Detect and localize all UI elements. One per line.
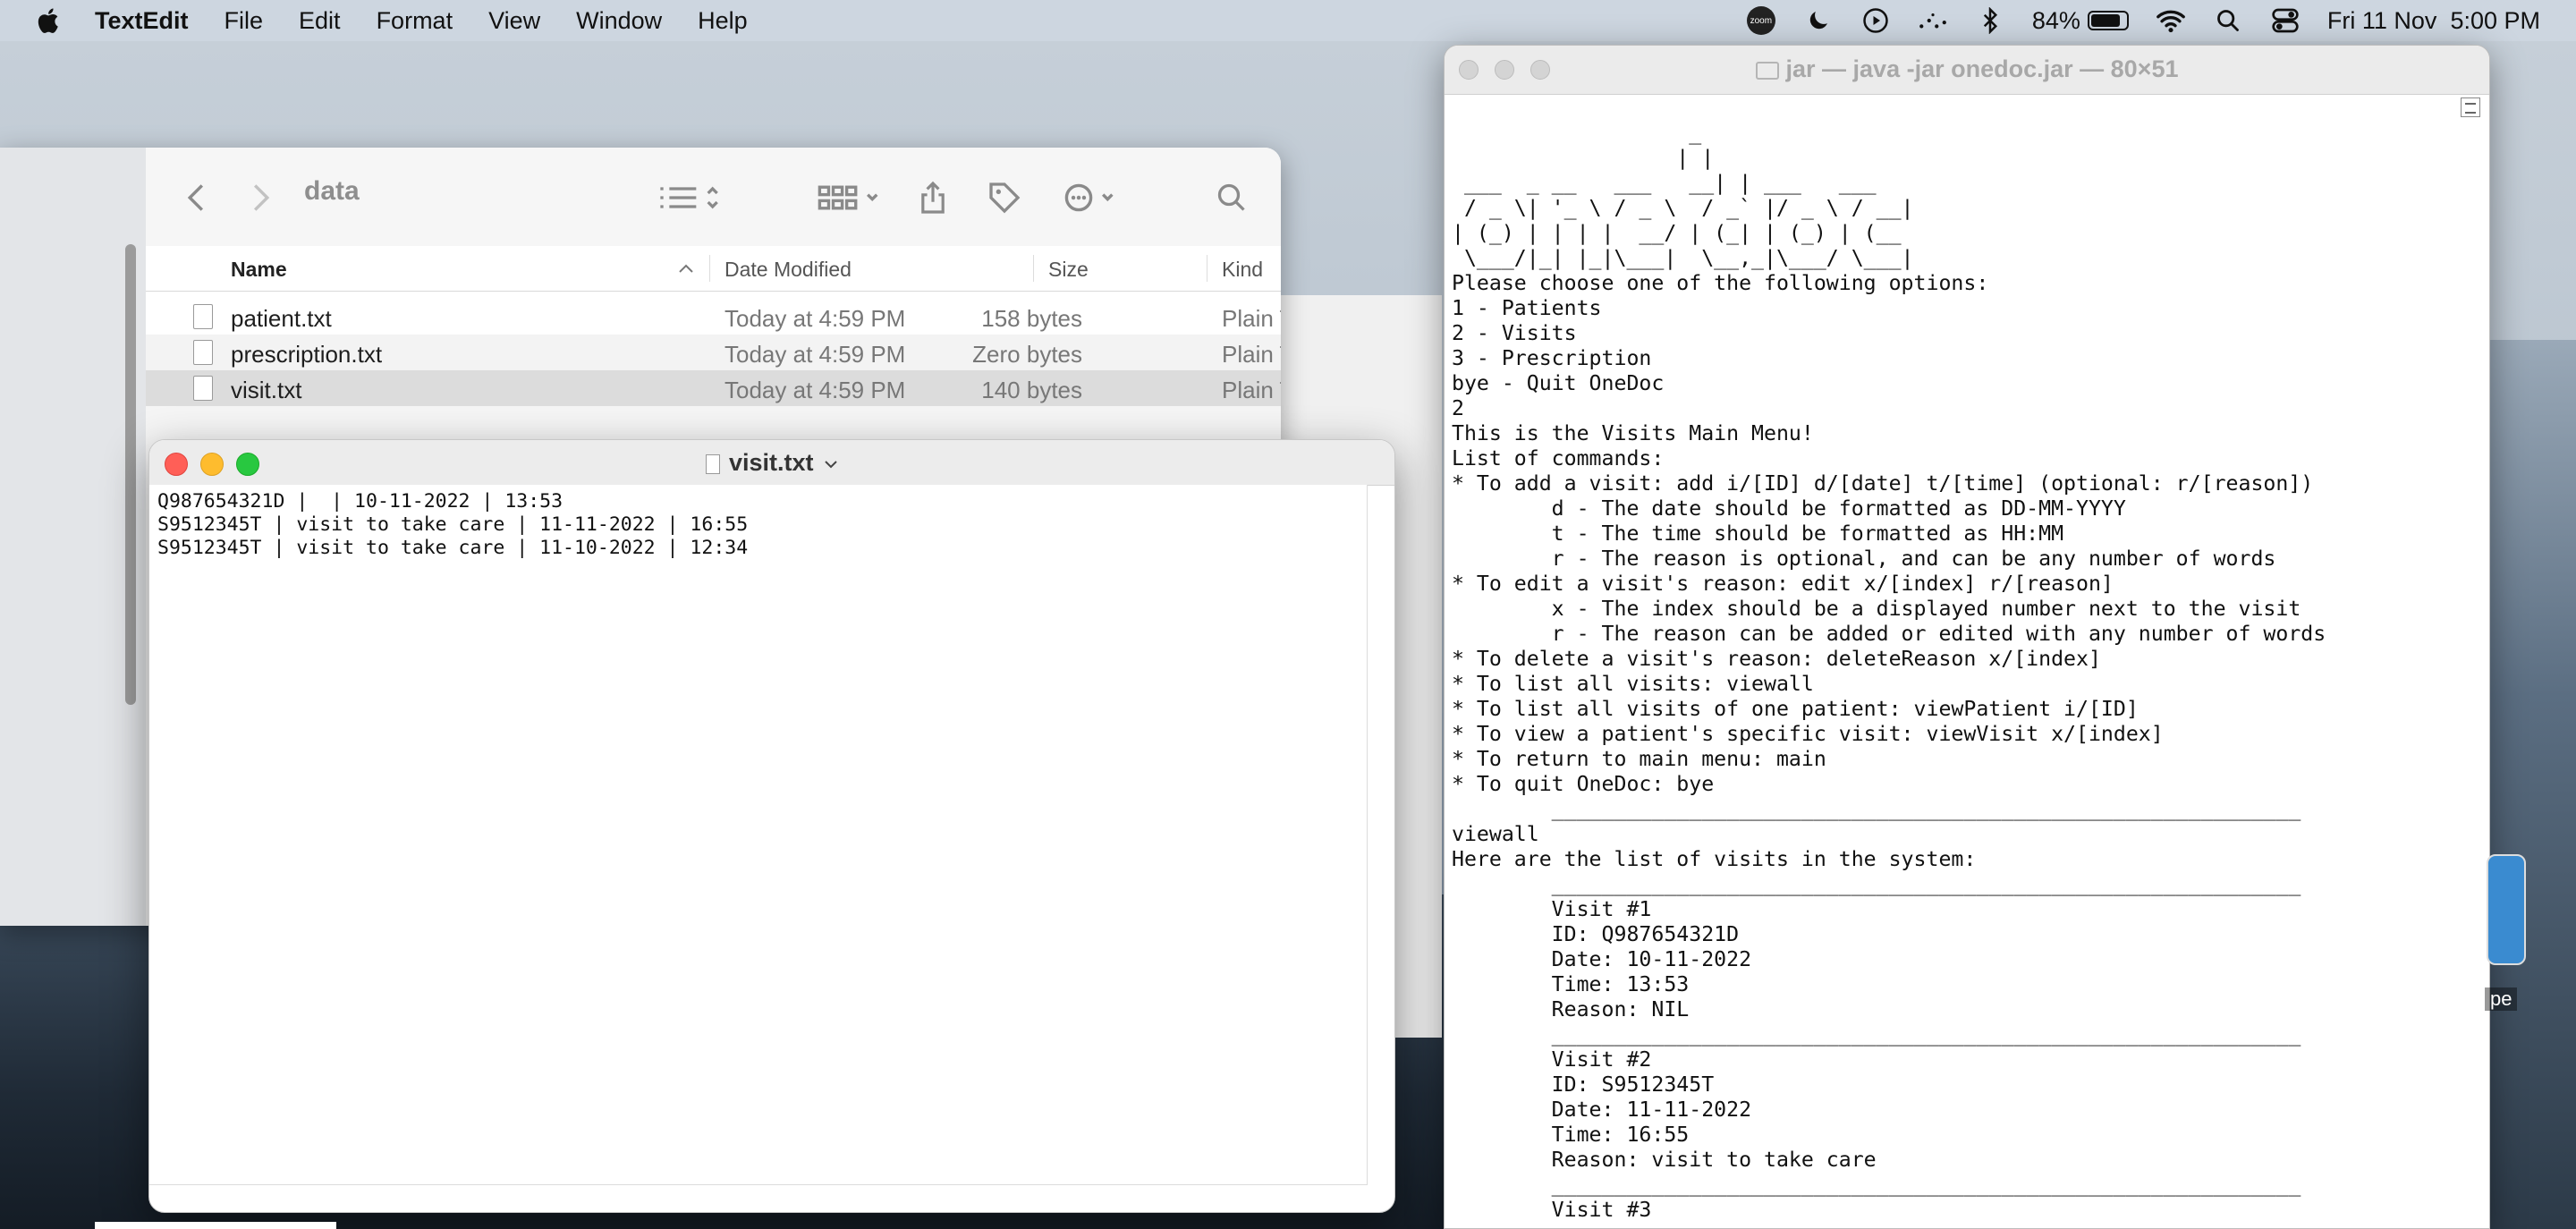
file-name: visit.txt xyxy=(231,377,302,403)
finder-search-icon[interactable] xyxy=(1216,182,1248,214)
file-row[interactable]: patient.txt Today at 4:59 PM 158 bytes P… xyxy=(146,299,1281,335)
terminal-title-text: jar — java -jar onedoc.jar — 80×51 xyxy=(1785,55,2179,82)
file-date: Today at 4:59 PM xyxy=(724,305,906,332)
file-size: 158 bytes xyxy=(981,305,1082,332)
column-divider[interactable] xyxy=(1207,255,1208,282)
terminal-title: jar — java -jar onedoc.jar — 80×51 xyxy=(1445,55,2489,83)
finder-toolbar: data xyxy=(146,148,1281,246)
dock-edge xyxy=(95,1222,336,1229)
document-title-text: visit.txt xyxy=(728,449,814,476)
document-content[interactable]: Q987654321D | | 10-11-2022 | 13:53 S9512… xyxy=(157,490,748,560)
menu-file[interactable]: File xyxy=(225,7,264,35)
file-row-selected[interactable]: visit.txt Today at 4:59 PM 140 bytes Pla… xyxy=(146,370,1281,406)
more-actions-icon[interactable] xyxy=(1063,182,1125,214)
dots-icon[interactable] xyxy=(1918,5,1948,36)
menu-app-name[interactable]: TextEdit xyxy=(95,7,189,35)
zoom-label: zoom xyxy=(1746,6,1775,35)
scroll-indicator-icon[interactable] xyxy=(2461,97,2480,117)
desktop-file-icon[interactable] xyxy=(2487,854,2526,965)
file-kind: Plain T xyxy=(1222,377,1281,403)
terminal-titlebar[interactable]: jar — java -jar onedoc.jar — 80×51 xyxy=(1445,46,2489,95)
file-size: Zero bytes xyxy=(972,341,1082,368)
column-kind[interactable]: Kind xyxy=(1222,258,1263,282)
finder-sidebar-scrollbar[interactable] xyxy=(125,244,136,705)
terminal-body[interactable]: _ | | ___ _ __ ___ __| | ___ ___ / _ \| … xyxy=(1452,121,2453,1228)
battery-percent: 84% xyxy=(2031,6,2080,34)
sort-ascending-icon[interactable] xyxy=(678,263,694,274)
menu-view[interactable]: View xyxy=(488,7,540,35)
menu-window[interactable]: Window xyxy=(576,7,662,35)
wifi-icon[interactable] xyxy=(2156,5,2186,36)
file-date: Today at 4:59 PM xyxy=(724,341,906,368)
column-date-modified[interactable]: Date Modified xyxy=(724,258,852,282)
back-icon[interactable] xyxy=(186,182,206,214)
terminal-output[interactable]: _ | | ___ _ __ ___ __| | ___ ___ / _ \| … xyxy=(1452,121,2453,1223)
document-title[interactable]: visit.txt xyxy=(149,449,1394,477)
play-circle-icon[interactable] xyxy=(1860,5,1891,36)
search-icon[interactable] xyxy=(2213,5,2243,36)
column-name[interactable]: Name xyxy=(231,258,287,282)
clock[interactable]: Fri 11 Nov 5:00 PM xyxy=(2327,7,2540,35)
file-name: prescription.txt xyxy=(231,341,383,368)
text-file-icon xyxy=(193,304,213,329)
share-icon[interactable] xyxy=(919,181,947,214)
apple-icon[interactable] xyxy=(34,5,64,36)
tag-icon[interactable] xyxy=(987,182,1022,214)
forward-icon[interactable] xyxy=(251,182,271,214)
chevron-down-icon[interactable] xyxy=(824,460,838,469)
text-file-icon xyxy=(193,340,213,365)
column-header: Name Date Modified Size Kind xyxy=(146,246,1281,292)
control-center-icon[interactable] xyxy=(2270,5,2301,36)
menu-edit[interactable]: Edit xyxy=(299,7,341,35)
finder-folder-title: data xyxy=(304,176,360,206)
battery-level xyxy=(2090,14,2120,27)
document-icon xyxy=(705,453,720,474)
battery-icon xyxy=(2087,11,2129,30)
column-divider[interactable] xyxy=(709,255,710,282)
finder-sidebar xyxy=(0,148,146,926)
moon-icon[interactable] xyxy=(1803,5,1834,36)
zoom-icon[interactable]: zoom xyxy=(1746,5,1776,36)
file-row[interactable]: prescription.txt Today at 4:59 PM Zero b… xyxy=(146,335,1281,370)
textedit-window[interactable]: visit.txt Q987654321D | | 10-11-2022 | 1… xyxy=(148,439,1395,1213)
battery-status[interactable]: 84% xyxy=(2032,7,2129,35)
list-view-icon[interactable] xyxy=(657,182,720,214)
textedit-titlebar[interactable]: visit.txt xyxy=(149,440,1394,486)
file-size: 140 bytes xyxy=(981,377,1082,403)
menu-help[interactable]: Help xyxy=(698,7,748,35)
folder-icon xyxy=(1755,61,1779,80)
group-icon[interactable] xyxy=(817,182,883,214)
menu-bar: TextEdit File Edit Format View Window He… xyxy=(0,0,2576,41)
terminal-window[interactable]: jar — java -jar onedoc.jar — 80×51 _ | |… xyxy=(1444,45,2490,1229)
column-size[interactable]: Size xyxy=(1048,258,1089,282)
file-date: Today at 4:59 PM xyxy=(724,377,906,403)
file-kind: Plain T xyxy=(1222,341,1281,368)
menu-format[interactable]: Format xyxy=(377,7,453,35)
bluetooth-icon[interactable] xyxy=(1975,5,2005,36)
file-name: patient.txt xyxy=(231,305,332,332)
column-divider[interactable] xyxy=(1033,255,1034,282)
file-kind: Plain T xyxy=(1222,305,1281,332)
desktop-file-label[interactable]: pe xyxy=(2485,987,2518,1011)
text-file-icon xyxy=(193,376,213,401)
text-area[interactable]: Q987654321D | | 10-11-2022 | 13:53 S9512… xyxy=(149,485,1368,1185)
